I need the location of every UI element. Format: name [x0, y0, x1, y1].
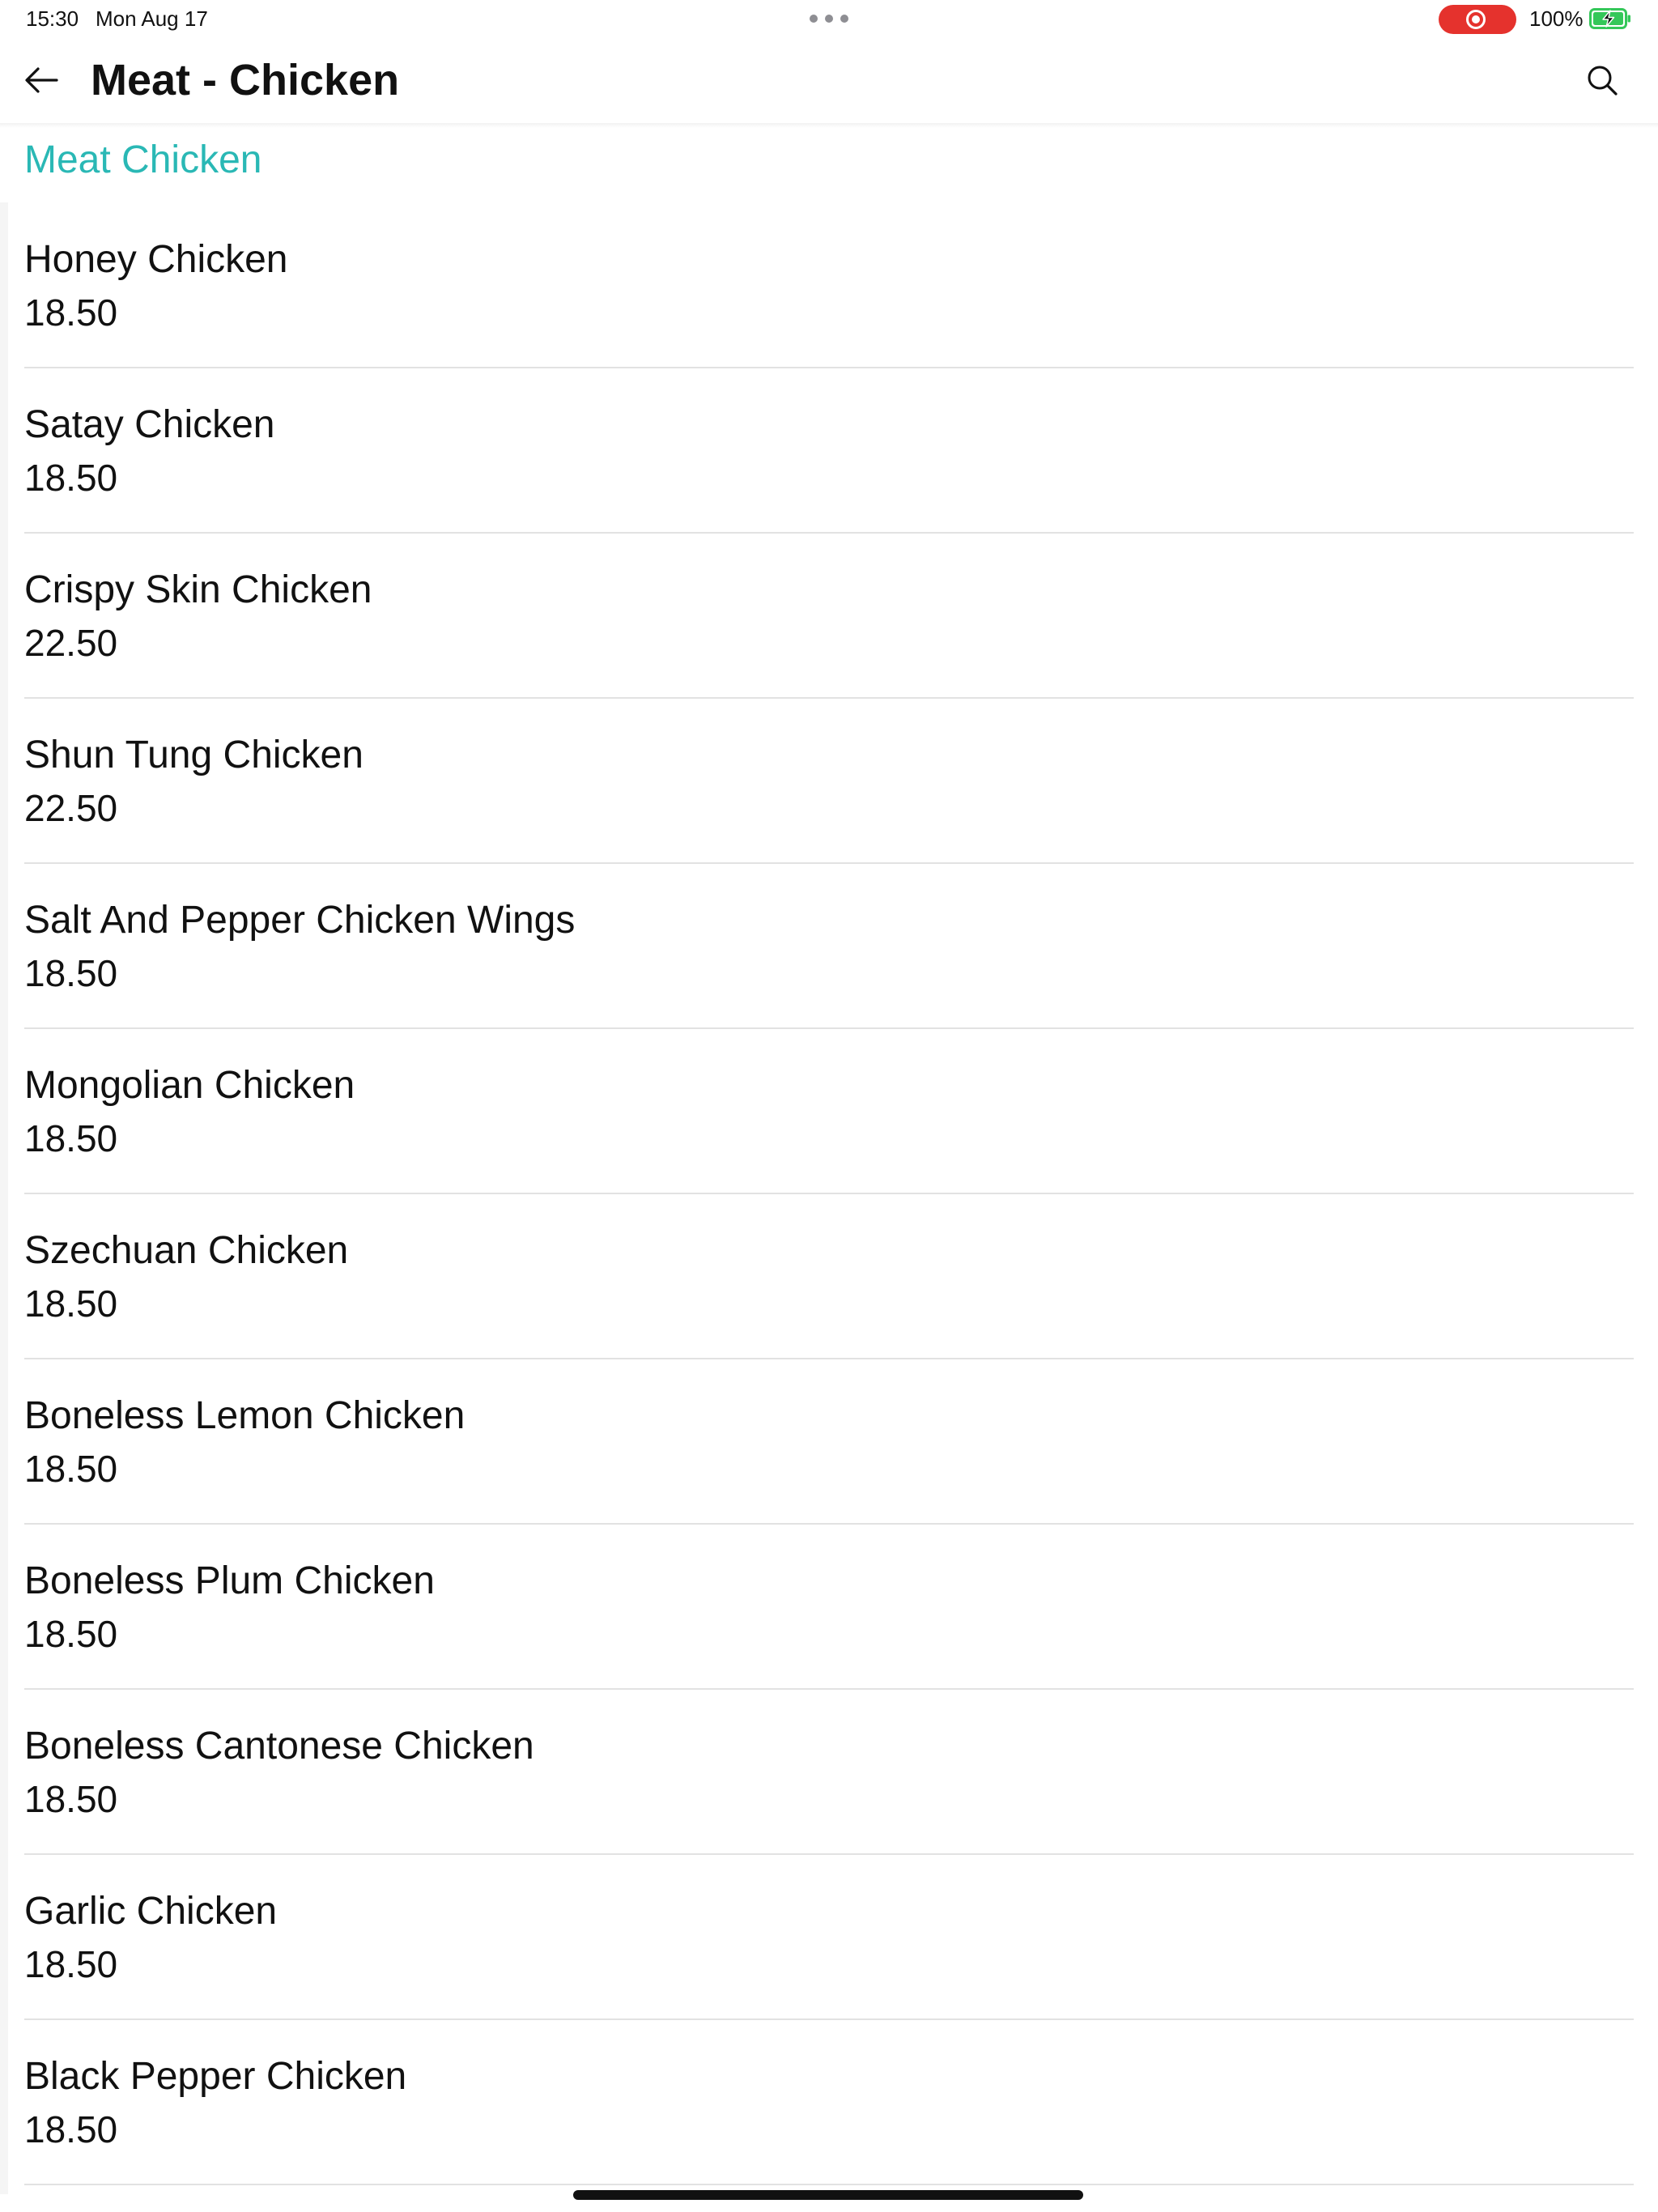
menu-item-price: 22.50: [24, 787, 118, 829]
page-title: Meat - Chicken: [91, 56, 400, 104]
menu-item-price: 18.50: [24, 1117, 118, 1159]
menu-item-name: Crispy Skin Chicken: [24, 568, 372, 611]
menu-item-price: 18.50: [24, 1778, 118, 1820]
menu-item-name: Shun Tung Chicken: [24, 734, 363, 776]
menu-item-name: Mongolian Chicken: [24, 1064, 355, 1107]
menu-item-price: 18.50: [24, 2108, 118, 2150]
menu-item[interactable]: Garlic Chicken 18.50: [0, 1855, 1658, 2020]
menu-item-price: 18.50: [24, 291, 118, 334]
menu-item-name: Salt And Pepper Chicken Wings: [24, 899, 576, 942]
menu-item-list: Honey Chicken 18.50 Satay Chicken 18.50 …: [0, 203, 1658, 2185]
menu-item[interactable]: Salt And Pepper Chicken Wings 18.50: [0, 864, 1658, 1029]
search-icon[interactable]: [1580, 58, 1626, 104]
menu-item[interactable]: Black Pepper Chicken 18.50: [0, 2020, 1658, 2185]
row-divider: [24, 2184, 1634, 2185]
menu-item[interactable]: Boneless Lemon Chicken 18.50: [0, 1359, 1658, 1525]
menu-item-price: 22.50: [24, 622, 118, 664]
menu-item-name: Honey Chicken: [24, 238, 288, 281]
home-indicator[interactable]: [573, 2190, 1083, 2200]
menu-item-price: 18.50: [24, 457, 118, 499]
menu-item[interactable]: Honey Chicken 18.50: [0, 203, 1658, 368]
status-date: Mon Aug 17: [96, 6, 208, 31]
screen-recording-indicator[interactable]: [1439, 5, 1516, 34]
menu-item-name: Szechuan Chicken: [24, 1229, 349, 1272]
menu-item-price: 18.50: [24, 1448, 118, 1490]
menu-item[interactable]: Mongolian Chicken 18.50: [0, 1029, 1658, 1194]
status-bar: 15:30 Mon Aug 17 100%: [0, 0, 1658, 39]
menu-item-name: Boneless Cantonese Chicken: [24, 1725, 534, 1767]
battery-charging-icon: [1589, 8, 1630, 29]
menu-item[interactable]: Boneless Plum Chicken 18.50: [0, 1525, 1658, 1690]
menu-item-price: 18.50: [24, 1613, 118, 1655]
back-arrow-icon[interactable]: [18, 57, 65, 104]
menu-item[interactable]: Shun Tung Chicken 22.50: [0, 699, 1658, 864]
menu-item-name: Black Pepper Chicken: [24, 2055, 407, 2098]
menu-item[interactable]: Szechuan Chicken 18.50: [0, 1194, 1658, 1359]
status-time: 15:30: [26, 6, 79, 31]
menu-item-name: Garlic Chicken: [24, 1890, 278, 1933]
menu-item-name: Boneless Plum Chicken: [24, 1559, 435, 1602]
menu-item-price: 18.50: [24, 1943, 118, 1985]
battery-percentage: 100%: [1529, 6, 1584, 31]
menu-item[interactable]: Satay Chicken 18.50: [0, 368, 1658, 534]
menu-item[interactable]: Boneless Cantonese Chicken 18.50: [0, 1690, 1658, 1855]
app-header: Meat - Chicken: [0, 39, 1658, 126]
menu-item-name: Boneless Lemon Chicken: [24, 1394, 466, 1437]
menu-item[interactable]: Crispy Skin Chicken 22.50: [0, 534, 1658, 699]
menu-item-price: 18.50: [24, 952, 118, 994]
multitasking-dots-icon[interactable]: [810, 15, 848, 24]
menu-item-price: 18.50: [24, 1283, 118, 1325]
category-title: Meat Chicken: [24, 138, 262, 181]
header-divider: [0, 123, 1658, 128]
menu-item-name: Satay Chicken: [24, 403, 275, 446]
